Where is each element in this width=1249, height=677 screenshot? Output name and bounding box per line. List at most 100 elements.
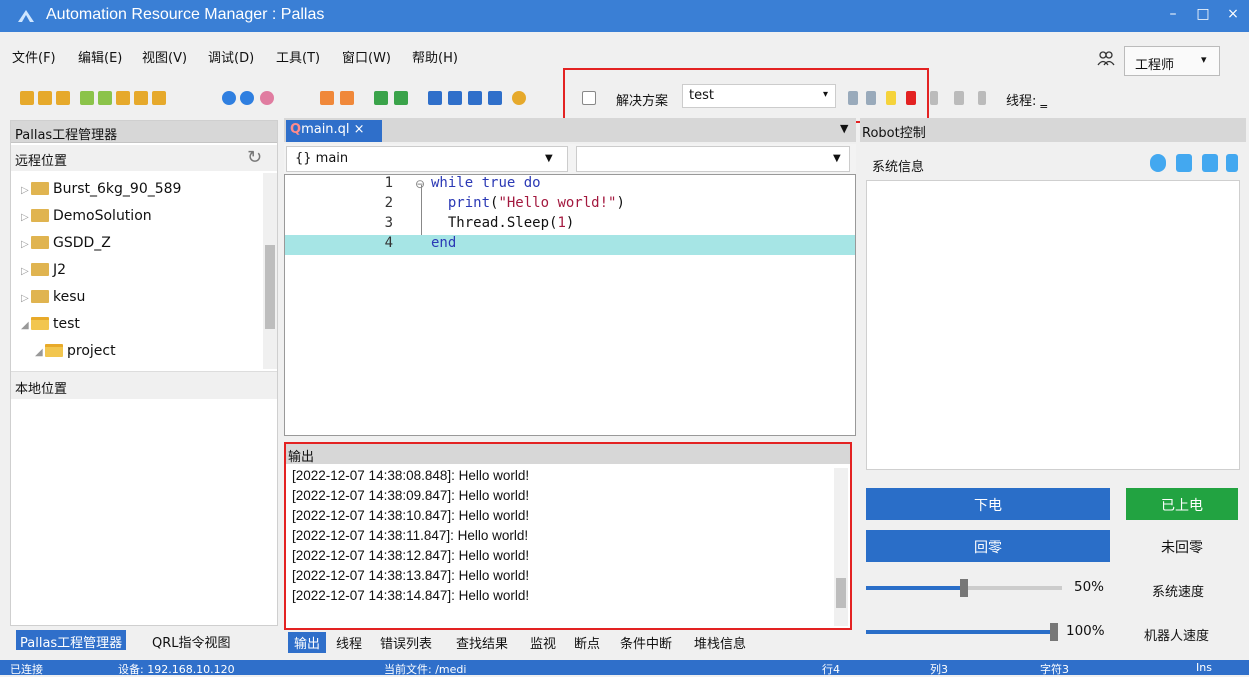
tab-qrl-commands[interactable]: QRL指令视图 [152,632,231,651]
outdent-icon[interactable] [340,91,354,105]
bookmark-icon[interactable] [428,91,442,105]
copy-icon[interactable] [98,91,112,105]
log-icon[interactable] [1176,154,1192,172]
code-line: 1 while true do [285,175,855,195]
code-editor[interactable]: ⊖ 1 while true do 2 print("Hello world!"… [284,174,856,436]
menu-help[interactable]: 帮助(H) [412,47,458,66]
tree-item[interactable]: ▷ DemoSolution [21,208,152,232]
maximize-button[interactable]: □ [1192,6,1214,22]
output-header: 输出 [286,444,850,465]
system-speed-slider-track[interactable] [964,586,1062,590]
open-folder-icon[interactable] [20,91,34,105]
expand-arrow-icon[interactable]: ▷ [21,293,31,304]
thread-label[interactable]: 线程: ‗ [1006,90,1047,109]
role-select[interactable]: 工程师 ▾ [1124,46,1220,76]
remote-location-label: 远程位置 [15,154,68,169]
menu-file[interactable]: 文件(F) [12,47,56,66]
tree-item[interactable]: ▷ Burst_6kg_90_589 [21,181,181,205]
tab-error-list[interactable]: 错误列表 [380,633,432,652]
folder-icon [31,235,49,249]
expand-arrow-icon[interactable]: ▷ [21,239,31,250]
info-icon[interactable] [1150,154,1166,172]
log-line: [2022-12-07 14:38:13.847]: Hello world! [292,568,530,583]
back-icon[interactable] [222,91,236,105]
menu-tools[interactable]: 工具(T) [276,47,320,66]
tree-item-label: DemoSolution [53,208,152,224]
tree-item[interactable]: ▷ kesu [21,289,85,313]
panel-header: Pallas工程管理器 [11,121,277,143]
bottom-panel-tabs: 输出 线程 错误列表 查找结果 监视 断点 条件中断 堆栈信息 [284,630,852,653]
scroll-thumb[interactable] [265,245,275,329]
tree-scrollbar[interactable] [263,173,277,369]
menu-debug[interactable]: 调试(D) [208,47,254,66]
clear-bookmark-icon[interactable] [488,91,502,105]
expand-arrow-icon[interactable]: ▷ [21,212,31,223]
local-location-bar: 本地位置 [11,371,277,399]
tab-breakpoints[interactable]: 断点 [574,633,600,652]
tree-item[interactable]: ◢ project [35,343,116,367]
minimize-button[interactable]: – [1162,6,1184,22]
step-into-icon[interactable] [930,91,938,105]
expand-arrow-icon[interactable]: ▷ [21,185,31,196]
line-number: 2 [384,195,393,211]
collapse-arrow-icon[interactable]: ◢ [21,320,31,331]
output-scrollbar[interactable] [834,468,848,626]
search-icon[interactable] [512,91,526,105]
cut-icon[interactable] [116,91,130,105]
tab-conditional-breaks[interactable]: 条件中断 [620,633,672,652]
tree-item[interactable]: ◢ test [21,316,80,340]
code-text: end [431,235,457,251]
tab-threads[interactable]: 线程 [336,633,362,652]
close-button[interactable]: × [1222,6,1244,22]
tab-call-stack[interactable]: 堆栈信息 [694,633,746,652]
tab-output[interactable]: 输出 [288,632,327,653]
refresh-icon[interactable]: ↻ [247,147,262,168]
home-button[interactable]: 回零 [866,530,1110,562]
power-off-button[interactable]: 下电 [866,488,1110,520]
new-file-icon[interactable] [80,91,94,105]
ql-file-icon: Q [290,122,302,137]
step-out-icon[interactable] [978,91,986,105]
redo-icon[interactable] [152,91,166,105]
tab-project-manager[interactable]: Pallas工程管理器 [16,630,127,651]
menu-view[interactable]: 视图(V) [142,47,187,66]
log-line: [2022-12-07 14:38:08.848]: Hello world! [292,468,530,483]
tab-list-dropdown-icon[interactable]: ▼ [840,122,848,135]
link-icon[interactable] [260,91,274,105]
menu-window[interactable]: 窗口(W) [342,47,391,66]
next-bookmark-icon[interactable] [468,91,482,105]
robot-speed-label: 机器人速度 [1144,629,1210,644]
save-all-icon[interactable] [56,91,70,105]
member-select[interactable]: ▼ [576,146,850,172]
tree-item-label: kesu [53,289,86,305]
menu-edit[interactable]: 编辑(E) [78,47,122,66]
prev-bookmark-icon[interactable] [448,91,462,105]
tab-main-ql[interactable]: Qmain.ql × [286,120,382,142]
line-number: 4 [384,235,393,251]
comment-icon[interactable] [374,91,388,105]
forward-icon[interactable] [240,91,254,105]
tree-item[interactable]: ▷ GSDD_Z [21,235,111,259]
folder-icon [31,181,49,195]
collapse-arrow-icon[interactable]: ◢ [35,347,45,358]
delete-icon[interactable] [1226,154,1238,172]
save-icon[interactable] [38,91,52,105]
export-icon[interactable] [1202,154,1218,172]
panel-title: Robot控制 [862,126,926,141]
system-info-box [866,180,1240,470]
system-speed-slider-thumb[interactable] [960,579,968,597]
scope-select[interactable]: {} main ▼ [286,146,568,172]
not-homed-status: 未回零 [1161,540,1203,556]
tree-item[interactable]: ▷ J2 [21,262,66,286]
undo-icon[interactable] [134,91,148,105]
expand-arrow-icon[interactable]: ▷ [21,266,31,277]
code-line: 2 print("Hello world!") [285,195,855,215]
robot-speed-slider-thumb[interactable] [1050,623,1058,641]
tab-find-results[interactable]: 查找结果 [456,633,508,652]
tab-watch[interactable]: 监视 [530,633,556,652]
indent-icon[interactable] [320,91,334,105]
step-over-icon[interactable] [954,91,964,105]
uncomment-icon[interactable] [394,91,408,105]
scroll-thumb[interactable] [836,578,846,608]
chevron-down-icon: ▼ [833,153,841,164]
